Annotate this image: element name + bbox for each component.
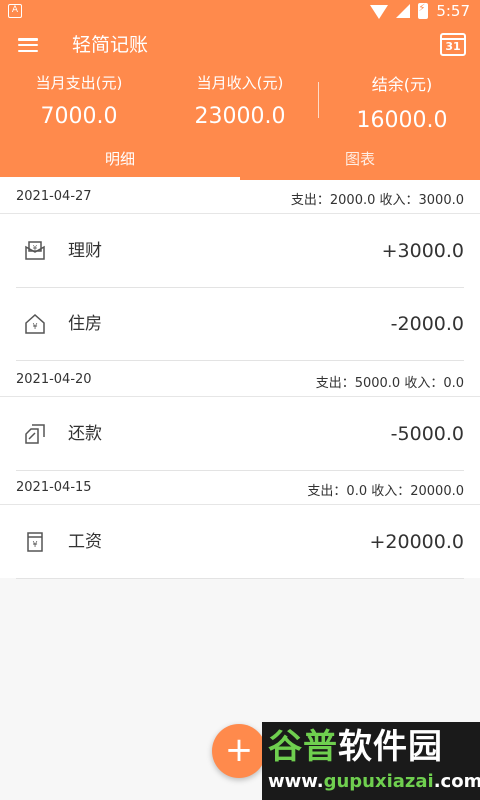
wifi-icon (370, 5, 389, 19)
wallet-icon: ¥ (25, 241, 45, 260)
category-label: 理财 (68, 241, 102, 261)
amount-value: +3000.0 (381, 240, 464, 262)
status-bar: A 5:57 (0, 0, 480, 24)
svg-text:¥: ¥ (32, 322, 37, 331)
svg-text:¥: ¥ (33, 244, 38, 252)
date-header: 2021-04-27 支出：2000.0 收入：3000.0 (0, 180, 480, 214)
date-label: 2021-04-27 (16, 189, 92, 204)
calendar-icon[interactable]: 31 (440, 33, 466, 56)
svg-text:¥: ¥ (32, 540, 37, 549)
row-divider (16, 360, 464, 361)
calendar-day: 31 (445, 40, 461, 53)
status-time: 5:57 (436, 2, 470, 20)
monthly-expense-label: 当月支出(元) (35, 74, 123, 92)
amount-value: +20000.0 (369, 531, 465, 553)
signal-icon (396, 4, 411, 18)
monthly-expense-value: 7000.0 (40, 104, 118, 129)
amount-value: -2000.0 (390, 313, 464, 335)
monthly-expense: 当月支出(元) 7000.0 (26, 72, 132, 134)
category-label: 住房 (68, 314, 102, 334)
list-item[interactable]: ¥ 工资 +20000.0 (0, 506, 480, 579)
status-icons: 5:57 (370, 2, 470, 20)
date-summary: 支出：5000.0 收入：0.0 (315, 376, 464, 391)
monthly-income-label: 当月收入(元) (196, 74, 284, 92)
watermark-url: www.gupuxiazai.com (268, 771, 480, 792)
battery-icon (418, 3, 429, 19)
menu-icon[interactable] (18, 38, 38, 52)
row-divider (16, 578, 464, 579)
house-icon: ¥ (25, 313, 45, 334)
amount-value: -5000.0 (390, 423, 464, 445)
tab-chart[interactable]: 图表 (240, 148, 480, 170)
salary-icon: ¥ (27, 532, 43, 552)
date-label: 2021-04-15 (16, 480, 92, 495)
date-header: 2021-04-15 支出：0.0 收入：20000.0 (0, 471, 480, 505)
monthly-income-value: 23000.0 (194, 104, 286, 129)
list-item[interactable]: ¥ 理财 +3000.0 (0, 215, 480, 288)
date-label: 2021-04-20 (16, 372, 92, 387)
date-summary: 支出：2000.0 收入：3000.0 (290, 193, 464, 208)
category-label: 工资 (68, 532, 102, 552)
add-record-button[interactable]: + (212, 724, 266, 778)
date-header: 2021-04-20 支出：5000.0 收入：0.0 (0, 363, 480, 397)
app-header: 轻简记账 31 当月支出(元) 7000.0 当月收入(元) 23000.0 结… (0, 24, 480, 180)
site-watermark: 谷普软件园 www.gupuxiazai.com (262, 722, 480, 800)
repayment-icon (25, 424, 45, 444)
category-label: 还款 (68, 424, 102, 444)
list-item[interactable]: 还款 -5000.0 (0, 398, 480, 471)
balance-label: 结余(元) (371, 75, 433, 94)
tab-detail[interactable]: 明细 (0, 148, 240, 170)
monthly-income: 当月收入(元) 23000.0 (186, 72, 294, 134)
balance: 结余(元) 16000.0 (340, 74, 464, 138)
app-title: 轻简记账 (72, 34, 149, 56)
balance-value: 16000.0 (356, 108, 448, 133)
summary-divider (318, 82, 319, 118)
list-item[interactable]: ¥ 住房 -2000.0 (0, 288, 480, 361)
transaction-list: 2021-04-27 支出：2000.0 收入：3000.0 ¥ 理财 +300… (0, 180, 480, 579)
notification-icon: A (8, 4, 22, 18)
watermark-title: 谷普软件园 (268, 727, 443, 767)
date-summary: 支出：0.0 收入：20000.0 (307, 484, 464, 499)
